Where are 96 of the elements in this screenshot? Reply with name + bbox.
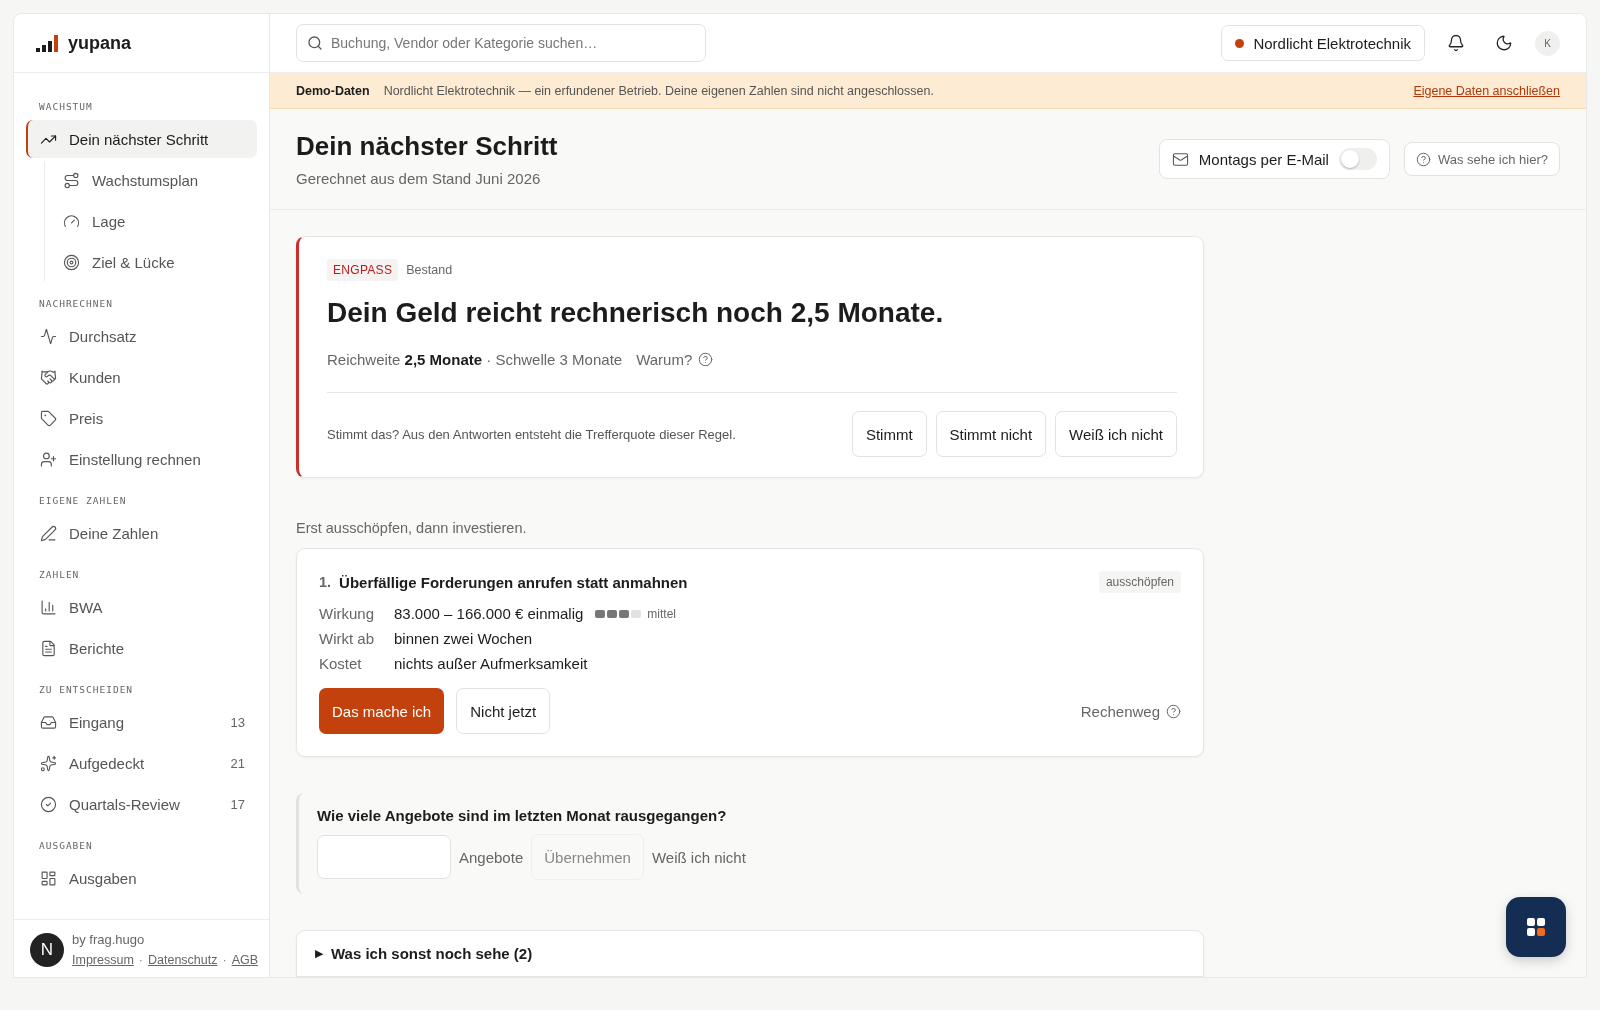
nav-item[interactable]: Quartals-Review 17 — [26, 785, 257, 823]
banner-text: Nordlicht Elektrotechnik — ein erfundener Betrieb. Deine eigenen Zahlen sind nicht angeschlossen. — [383, 83, 935, 98]
alert-headline: Dein Geld reicht rechnerisch noch 2,5 Monate. — [327, 297, 945, 329]
nav-item[interactable]: Aufgedeckt 21 — [26, 744, 257, 782]
nav-icon — [63, 253, 80, 271]
separator: · — [138, 953, 143, 967]
nav-subitem[interactable]: Lage — [49, 202, 257, 240]
dismiss-button[interactable]: Nicht jetzt — [456, 688, 551, 734]
nav-icon — [63, 212, 80, 230]
nav-item[interactable]: Durchsatz — [26, 317, 257, 355]
toggle-label: Montags per E-Mail — [1198, 150, 1329, 168]
field-value: nichts außer Aufmerksamkeit — [394, 655, 588, 672]
nav-item[interactable]: Eingang 13 — [26, 703, 257, 741]
help-icon — [698, 352, 714, 367]
nav-item[interactable]: Einstellung rechnen — [26, 440, 257, 478]
brand-name: yupana — [68, 32, 132, 54]
section-title: NACHRECHNEN — [38, 297, 114, 311]
section-title: AUSGABEN — [38, 839, 94, 853]
field-label: Wirkt ab — [319, 630, 375, 647]
avatar[interactable]: K — [1535, 30, 1560, 56]
field-value: binnen zwei Wochen — [394, 630, 533, 647]
nav-count: 21 — [230, 755, 245, 771]
footer-link[interactable]: Impressum — [72, 953, 134, 967]
nav-icon — [40, 450, 57, 468]
accept-button[interactable]: Das mache ich — [319, 688, 445, 734]
meter-label: mittel — [647, 606, 676, 621]
collapsible-label[interactable]: Was ich sonst noch sehe (2) — [331, 945, 533, 962]
nav-count: 13 — [230, 714, 245, 730]
section-title: ZAHLEN — [38, 568, 81, 582]
nav-icon — [40, 327, 57, 345]
nav-item[interactable]: Berichte — [26, 629, 257, 667]
mail-icon — [1171, 150, 1189, 168]
company-button[interactable]: Nordlicht Elektrotechnik — [1221, 25, 1425, 61]
why-link[interactable]: Warum? — [636, 351, 714, 368]
nav-item[interactable]: Dein nächster Schritt — [26, 120, 257, 158]
alert-facts: Reichweite 2,5 Monate · Schwelle 3 Monate — [327, 351, 623, 368]
action-number: 1. — [319, 574, 332, 590]
nav-item[interactable]: BWA — [26, 588, 257, 626]
action-title: Überfällige Forderungen anrufen statt anmahnen — [339, 573, 689, 591]
nav-subitem[interactable]: Wachstumsplan — [49, 161, 257, 199]
section-title: ZU ENTSCHEIDEN — [38, 683, 135, 697]
help-button[interactable]: Was sehe ich hier? — [1403, 142, 1560, 176]
nav-icon — [40, 524, 57, 542]
banner-label: Demo-Daten — [296, 83, 370, 98]
help-icon — [1166, 703, 1181, 719]
feedback-button[interactable]: Stimmt nicht — [935, 411, 1047, 457]
feedback-button[interactable]: Stimmt — [851, 411, 927, 457]
feedback-button[interactable]: Weiß ich nicht — [1055, 411, 1177, 457]
nav-icon — [40, 639, 57, 657]
help-icon — [1415, 151, 1431, 167]
number-input[interactable] — [317, 835, 451, 879]
footer-link[interactable]: AGB — [231, 953, 259, 967]
nav-item[interactable]: Kunden — [26, 358, 257, 396]
search-field[interactable]: Buchung, Vendor oder Kategorie suchen… — [296, 24, 706, 62]
section-intro: Erst ausschöpfen, dann investieren. — [296, 520, 528, 536]
nav-item[interactable]: Preis — [26, 399, 257, 437]
toggle-switch[interactable] — [1338, 148, 1377, 170]
field-value: 83.000 – 166.000 € einmalig — [394, 605, 584, 622]
nav-icon — [40, 869, 57, 887]
calculation-link[interactable]: Rechenweg — [1080, 702, 1181, 720]
alert-tag: ENGPASS — [327, 259, 399, 281]
grid-icon — [1526, 917, 1546, 937]
search-icon — [307, 35, 323, 51]
nav-item[interactable]: Ausgaben — [26, 859, 257, 897]
credit-text: by frag.hugo — [72, 932, 146, 947]
unit-label: Angebote — [459, 848, 524, 866]
page-title: Dein nächster Schritt — [296, 131, 559, 162]
feedback-question: Stimmt das? Aus den Antworten entsteht die Trefferquote dieser Regel. — [327, 426, 737, 442]
section-title: WACHSTUM — [38, 100, 94, 114]
nav-subitem[interactable]: Ziel & Lücke — [49, 243, 257, 281]
logo-icon — [36, 34, 60, 52]
connect-data-link[interactable]: Eigene Daten anschließen — [1413, 83, 1560, 98]
dev-badge[interactable]: N — [30, 932, 64, 967]
nav-icon — [40, 795, 57, 813]
nav-icon — [40, 713, 57, 731]
question-text: Wie viele Angebote sind im letzten Monat rausgegangen? — [317, 807, 728, 824]
nav-icon — [40, 754, 57, 772]
alert-category: Bestand — [406, 263, 453, 277]
bell-icon — [1447, 34, 1465, 52]
skip-button[interactable]: Weiß ich nicht — [651, 848, 746, 866]
nav-icon — [40, 409, 57, 427]
nav-item[interactable]: Deine Zahlen — [26, 514, 257, 552]
nav-icon — [40, 598, 57, 616]
nav-count: 17 — [230, 796, 245, 812]
separator: · — [222, 953, 227, 967]
action-tag: ausschöpfen — [1098, 571, 1181, 593]
section-title: EIGENE ZAHLEN — [38, 494, 128, 508]
moon-icon — [1495, 34, 1513, 52]
apps-button[interactable] — [1506, 897, 1566, 957]
field-label: Kostet — [319, 655, 363, 672]
field-label: Wirkung — [319, 605, 375, 622]
nav-icon — [63, 171, 80, 189]
nav-icon — [40, 368, 57, 386]
page-subtitle: Gerechnet aus dem Stand Juni 2026 — [296, 170, 542, 187]
disclosure-marker: ▶ — [315, 947, 323, 960]
footer-link[interactable]: Datenschutz — [148, 953, 218, 967]
